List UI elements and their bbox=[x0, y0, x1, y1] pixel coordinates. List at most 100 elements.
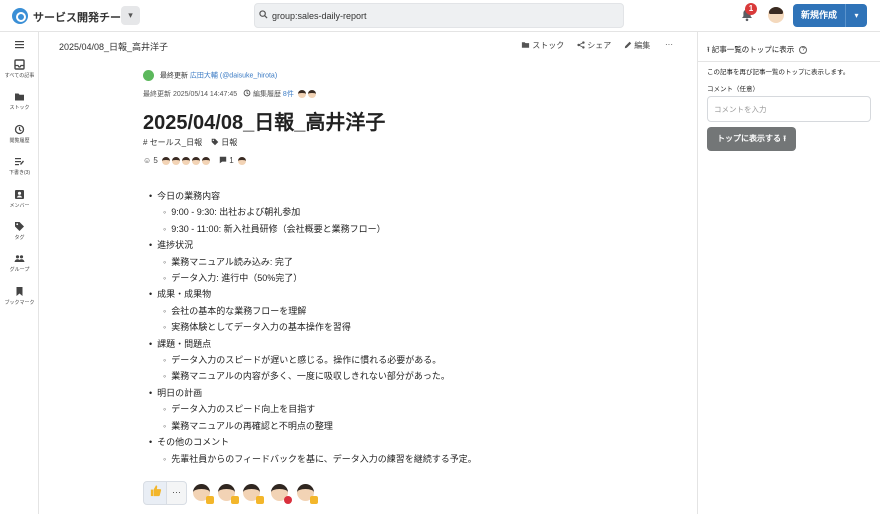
reactor-avatar[interactable] bbox=[202, 156, 211, 165]
last-editor-handle[interactable]: (@daisuke_hirota) bbox=[220, 72, 277, 79]
sidebar-item-label: グループ bbox=[9, 267, 30, 273]
pin-to-top-button[interactable]: トップに表示する ⭱ bbox=[707, 127, 796, 151]
more-options-button[interactable]: ··· bbox=[665, 40, 673, 49]
folder-icon bbox=[15, 93, 24, 101]
heart-icon bbox=[284, 496, 292, 504]
pin-description: この記事を再び記事一覧のトップに表示します。 bbox=[707, 69, 850, 76]
sidebar-item-all-articles[interactable]: すべての記事 bbox=[0, 59, 39, 79]
team-name[interactable]: サービス開発チーム bbox=[33, 9, 132, 25]
thumbs-up-icon bbox=[256, 496, 264, 504]
thumbs-up-icon bbox=[206, 496, 214, 504]
sidebar-item-history[interactable]: 閲覧履歴 bbox=[0, 124, 39, 144]
section-item: 9:00 - 9:30: 出社および朝礼参加 bbox=[143, 204, 477, 220]
menu-icon bbox=[15, 41, 24, 49]
search-input[interactable] bbox=[272, 8, 612, 24]
reactor-avatar[interactable] bbox=[243, 484, 264, 504]
tag-icon bbox=[15, 222, 24, 231]
sidebar-item-tags[interactable]: タグ bbox=[0, 221, 39, 241]
reactor-avatar[interactable] bbox=[182, 156, 191, 165]
group-badge-icon bbox=[143, 70, 154, 81]
thumbs-up-icon bbox=[310, 496, 318, 504]
edit-label: 編集 bbox=[634, 41, 651, 50]
section-item: データ入力: 進行中（50%完了） bbox=[143, 270, 477, 286]
sidebar-item-groups[interactable]: グループ bbox=[0, 253, 39, 273]
section-item: 実務体験としてデータ入力の基本操作を習得 bbox=[143, 319, 477, 335]
sidebar-item-label: 下書き(3) bbox=[8, 170, 31, 176]
like-button[interactable] bbox=[143, 481, 167, 505]
inbox-icon bbox=[14, 59, 25, 70]
comment-count: 1 bbox=[229, 156, 234, 165]
left-sidebar: すべての記事 ストック 閲覧履歴 下書き(3) メンバー タグ グループ ブック… bbox=[0, 32, 39, 514]
sidebar-item-stock[interactable]: ストック bbox=[0, 91, 39, 111]
section-item: 業務マニュアルの再確認と不明点の整理 bbox=[143, 418, 477, 434]
app-header: サービス開発チーム ▾ 1 新規作成 ▾ bbox=[0, 0, 880, 32]
add-reaction-button[interactable]: ··· bbox=[167, 481, 187, 505]
comment-icon bbox=[219, 156, 227, 164]
section-heading: 進捗状況 bbox=[143, 237, 477, 253]
search-bar[interactable] bbox=[254, 3, 624, 28]
draft-icon bbox=[15, 158, 24, 166]
section-item: データ入力のスピード向上を目指す bbox=[143, 401, 477, 417]
sidebar-item-bookmarks[interactable]: ブックマーク bbox=[0, 286, 39, 306]
pin-to-top-heading: ⭱ 記事一覧のトップに表示 ? bbox=[707, 44, 808, 57]
section-item: 業務マニュアル読み込み: 完了 bbox=[143, 254, 477, 270]
reactor-avatar[interactable] bbox=[193, 484, 214, 504]
bookmark-icon bbox=[16, 287, 23, 296]
sidebar-item-label: 閲覧履歴 bbox=[9, 138, 30, 144]
section-item: 会社の基本的な業務フローを理解 bbox=[143, 303, 477, 319]
history-count-link[interactable]: 8件 bbox=[283, 91, 294, 98]
folder-icon bbox=[521, 42, 530, 48]
comment-input[interactable] bbox=[707, 96, 871, 122]
commenter-avatar[interactable] bbox=[237, 156, 246, 165]
sidebar-item-drafts[interactable]: 下書き(3) bbox=[0, 156, 39, 176]
member-icon bbox=[15, 190, 24, 199]
pencil-icon bbox=[624, 41, 632, 49]
history-icon bbox=[243, 89, 251, 97]
section-heading: 明日の計画 bbox=[143, 385, 477, 401]
app-logo[interactable] bbox=[12, 8, 28, 24]
sidebar-item-members[interactable]: メンバー bbox=[0, 189, 39, 209]
tag-group-link[interactable]: セールス_日報 bbox=[150, 138, 202, 147]
share-label: シェア bbox=[587, 41, 612, 50]
pin-to-top-button-label: トップに表示する bbox=[716, 134, 781, 143]
section-item: 先輩社員からのフィードバックを基に、データ入力の練習を継続する予定。 bbox=[143, 451, 477, 467]
reactor-avatar[interactable] bbox=[271, 484, 292, 504]
user-avatar[interactable] bbox=[768, 7, 784, 23]
section-heading: 成果・成果物 bbox=[143, 286, 477, 302]
reactor-avatar[interactable] bbox=[218, 484, 239, 504]
article-title: 2025/04/08_日報_高井洋子 bbox=[143, 112, 386, 134]
hashtag-icon: # bbox=[143, 138, 148, 147]
share-button[interactable]: シェア bbox=[577, 40, 611, 51]
group-icon bbox=[14, 255, 25, 262]
help-icon[interactable]: ? bbox=[799, 46, 808, 55]
reactor-avatar[interactable] bbox=[192, 156, 201, 165]
thumbs-up-icon bbox=[231, 496, 239, 504]
editor-avatar[interactable] bbox=[297, 90, 306, 99]
reactor-avatar[interactable] bbox=[172, 156, 181, 165]
team-dropdown-button[interactable]: ▾ bbox=[121, 6, 140, 25]
sidebar-item-label: タグ bbox=[14, 235, 25, 241]
section-heading: 課題・問題点 bbox=[143, 336, 477, 352]
section-item: 業務マニュアルの内容が多く、一度に吸収しきれない部分があった。 bbox=[143, 368, 477, 384]
updated-at: 最終更新 2025/05/14 14:47:45 bbox=[143, 91, 238, 98]
history-icon bbox=[14, 124, 25, 135]
reaction-summary: ☺ 5 1 bbox=[143, 156, 246, 165]
stock-button[interactable]: ストック bbox=[521, 40, 564, 51]
sidebar-item-label: ストック bbox=[9, 105, 30, 111]
sidebar-item-hamburger[interactable] bbox=[0, 39, 39, 50]
new-article-button[interactable]: 新規作成 bbox=[793, 4, 845, 27]
reaction-count: 5 bbox=[153, 156, 158, 165]
last-editor-line: 最終更新 広田大輔 (@daisuke_hirota) bbox=[143, 70, 277, 81]
tag-link[interactable]: 日報 bbox=[221, 138, 237, 147]
reactor-avatar[interactable] bbox=[297, 484, 318, 504]
reactor-avatar[interactable] bbox=[162, 156, 171, 165]
new-article-dropdown-button[interactable]: ▾ bbox=[845, 4, 867, 27]
last-editor-name[interactable]: 広田大輔 bbox=[190, 72, 218, 79]
arrow-up-to-top-icon: ⭱ bbox=[707, 45, 710, 54]
edit-button[interactable]: 編集 bbox=[624, 40, 650, 51]
editor-avatar[interactable] bbox=[307, 90, 316, 99]
article-toolbar: 2025/04/08_日報_高井洋子 ストック シェア 編集 ··· bbox=[40, 32, 696, 58]
smiley-icon: ☺ bbox=[143, 156, 152, 165]
comment-field-label: コメント（任意） bbox=[707, 86, 759, 93]
notification-badge: 1 bbox=[745, 3, 757, 15]
